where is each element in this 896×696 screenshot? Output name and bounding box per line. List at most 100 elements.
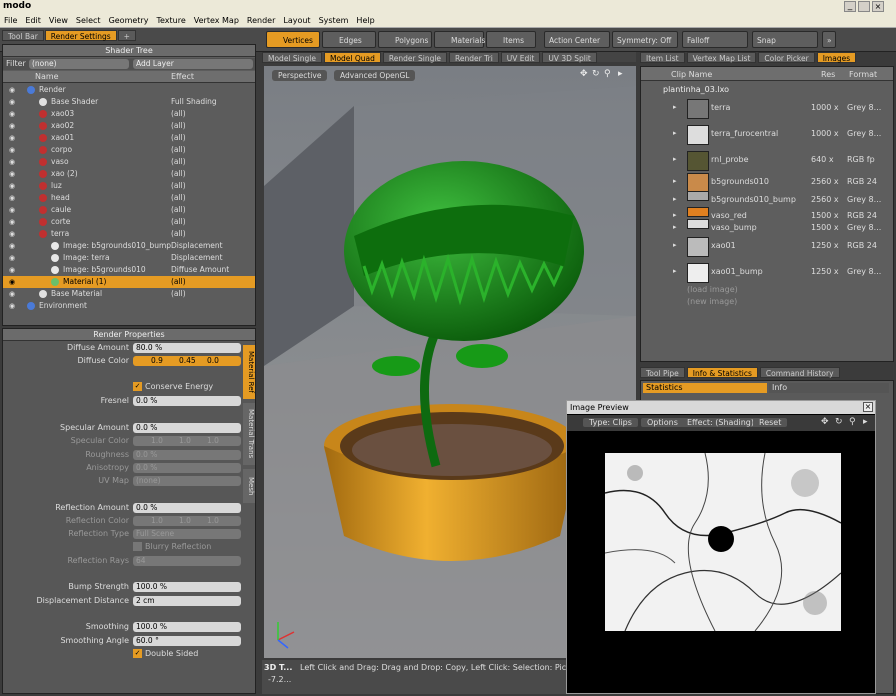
reflection-color-field[interactable]: 1.0 1.0 1.0 [133, 516, 241, 526]
items-mode-button[interactable]: Items [486, 31, 536, 48]
filter-dropdown[interactable]: (none) [29, 59, 129, 69]
tab-command-history[interactable]: Command History [759, 367, 840, 378]
tab-vertex-map-list[interactable]: Vertex Map List [686, 52, 757, 63]
visibility-eye-icon[interactable]: ◉ [9, 216, 15, 228]
menu-texture[interactable]: Texture [152, 16, 189, 25]
menu-select[interactable]: Select [72, 16, 105, 25]
tree-row[interactable]: ◉ caule (all) [3, 204, 255, 216]
visibility-eye-icon[interactable]: ◉ [9, 252, 15, 264]
column-clip-name[interactable]: Clip Name [671, 70, 712, 79]
clip-name[interactable]: b5grounds010 [711, 177, 769, 186]
tree-row[interactable]: ◉ xao (2) (all) [3, 168, 255, 180]
conserve-energy-checkbox[interactable]: ✓ [133, 382, 142, 391]
reflection-type-field[interactable]: Full Scene [133, 529, 241, 539]
smoothing-field[interactable]: 100.0 % [133, 622, 241, 632]
tab-uv-edit[interactable]: UV Edit [500, 52, 541, 63]
menu-edit[interactable]: Edit [21, 16, 45, 25]
uv-map-field[interactable]: (none) [133, 476, 241, 486]
tree-row[interactable]: ◉ Environment [3, 300, 255, 312]
perspective-dropdown[interactable]: Perspective [272, 70, 328, 81]
tree-row[interactable]: ◉ Image: b5grounds010_bump Displacement [3, 240, 255, 252]
clip-name[interactable]: terra_furocentral [711, 129, 778, 138]
rotate-view-icon[interactable]: ↻ [592, 69, 600, 79]
expand-arrow-icon[interactable]: ▸ [673, 241, 677, 249]
menu-layout[interactable]: Layout [279, 16, 314, 25]
tab-tool-bar[interactable]: Tool Bar [2, 30, 44, 41]
visibility-eye-icon[interactable]: ◉ [9, 168, 15, 180]
expand-arrow-icon[interactable]: ▸ [673, 103, 677, 111]
clip-name[interactable]: vaso_bump [711, 223, 757, 232]
polygons-mode-button[interactable]: Polygons [378, 31, 432, 48]
expand-arrow-icon[interactable]: ▸ [673, 211, 677, 219]
tree-row-effect[interactable]: (all) [171, 228, 186, 240]
specular-color-field[interactable]: 1.0 1.0 1.0 [133, 436, 241, 446]
tab-item-list[interactable]: Item List [640, 52, 685, 63]
action-center-dropdown[interactable]: Action Center [544, 31, 610, 48]
tree-row-effect[interactable]: (all) [171, 156, 186, 168]
menu-render[interactable]: Render [243, 16, 279, 25]
vertices-mode-button[interactable]: Vertices [266, 31, 320, 48]
column-name-header[interactable]: Name [35, 72, 59, 81]
tree-row-effect[interactable]: (all) [171, 144, 186, 156]
expand-arrow-icon[interactable]: ▸ [673, 129, 677, 137]
tree-row[interactable]: ◉ Image: terra Displacement [3, 252, 255, 264]
visibility-eye-icon[interactable]: ◉ [9, 300, 15, 312]
clip-name[interactable]: b5grounds010_bump [711, 195, 796, 204]
visibility-eye-icon[interactable]: ◉ [9, 264, 15, 276]
fresnel-field[interactable]: 0.0 % [133, 396, 241, 406]
options-button[interactable]: Options [641, 418, 684, 427]
maximize-icon[interactable] [858, 1, 870, 12]
minimize-icon[interactable]: _ [844, 1, 856, 12]
tree-row-effect[interactable]: (all) [171, 132, 186, 144]
tree-row[interactable]: ◉ Render [3, 84, 255, 96]
visibility-eye-icon[interactable]: ◉ [9, 276, 15, 288]
effect-dropdown[interactable]: Effect: (Shading) [681, 418, 761, 427]
tree-row-effect[interactable]: Full Shading [171, 96, 217, 108]
clip-name[interactable]: xao01 [711, 241, 736, 250]
clip-file[interactable]: plantinha_03.lxo [663, 85, 729, 94]
tree-row[interactable]: ◉ Material (1) (all) [3, 276, 255, 288]
clip-name[interactable]: xao01_bump [711, 267, 763, 276]
tree-row-effect[interactable]: (all) [171, 204, 186, 216]
materials-mode-button[interactable]: Materials [434, 31, 485, 48]
new-image-item[interactable]: (new image) [687, 297, 737, 306]
visibility-eye-icon[interactable]: ◉ [9, 96, 15, 108]
visibility-eye-icon[interactable]: ◉ [9, 84, 15, 96]
tree-row-effect[interactable]: Displacement [171, 252, 223, 264]
preview-menu-icon[interactable]: ▸ [863, 417, 868, 427]
visibility-eye-icon[interactable]: ◉ [9, 120, 15, 132]
tree-row[interactable]: ◉ corte (all) [3, 216, 255, 228]
smoothing-angle-field[interactable]: 60.0 ° [133, 636, 241, 646]
tree-row[interactable]: ◉ luz (all) [3, 180, 255, 192]
visibility-eye-icon[interactable]: ◉ [9, 228, 15, 240]
menu-vertex-map[interactable]: Vertex Map [190, 16, 243, 25]
tree-row-effect[interactable]: (all) [171, 120, 186, 132]
close-icon[interactable]: × [872, 1, 884, 12]
menu-file[interactable]: File [0, 16, 21, 25]
tab-info-statistics[interactable]: Info & Statistics [686, 367, 758, 378]
column-format[interactable]: Format [849, 70, 877, 79]
column-effect-header[interactable]: Effect [171, 72, 194, 81]
visibility-eye-icon[interactable]: ◉ [9, 288, 15, 300]
tree-row-effect[interactable]: (all) [171, 216, 186, 228]
view-menu-icon[interactable]: ▸ [618, 69, 623, 79]
tree-row-effect[interactable]: (all) [171, 168, 186, 180]
tab-model-single[interactable]: Model Single [262, 52, 322, 63]
tree-row[interactable]: ◉ Base Shader Full Shading [3, 96, 255, 108]
tree-row[interactable]: ◉ corpo (all) [3, 144, 255, 156]
tree-row[interactable]: ◉ Base Material (all) [3, 288, 255, 300]
visibility-eye-icon[interactable]: ◉ [9, 144, 15, 156]
visibility-eye-icon[interactable]: ◉ [9, 204, 15, 216]
visibility-eye-icon[interactable]: ◉ [9, 240, 15, 252]
shading-dropdown[interactable]: Advanced OpenGL [334, 70, 416, 81]
falloff-dropdown[interactable]: Falloff [682, 31, 748, 48]
visibility-eye-icon[interactable]: ◉ [9, 132, 15, 144]
tree-row-effect[interactable]: (all) [171, 192, 186, 204]
menu-help[interactable]: Help [352, 16, 378, 25]
tree-row-effect[interactable]: Diffuse Amount [171, 264, 229, 276]
menu-view[interactable]: View [45, 16, 72, 25]
tab-render-single[interactable]: Render Single [382, 52, 448, 63]
type-clips-dropdown[interactable]: Type: Clips [583, 418, 638, 427]
zoom-view-icon[interactable]: ⚲ [604, 69, 611, 79]
tree-row-effect[interactable]: (all) [171, 276, 186, 288]
